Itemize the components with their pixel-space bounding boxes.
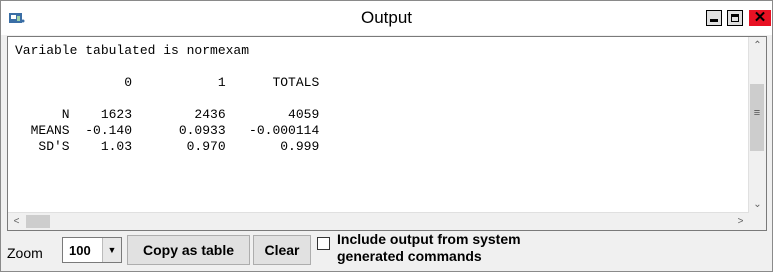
zoom-value: 100	[69, 243, 91, 258]
scroll-up-icon[interactable]: ⌃	[749, 37, 766, 54]
output-line: SD'S 1.03 0.970 0.999	[15, 139, 320, 154]
output-line: N 1623 2436 4059	[15, 107, 320, 122]
horizontal-scroll-thumb[interactable]	[26, 215, 50, 228]
output-window: Output ✕ Variable tabulated is normexam …	[0, 0, 773, 272]
horizontal-scrollbar[interactable]: < >	[8, 212, 749, 230]
title-bar[interactable]: Output ✕	[1, 1, 772, 35]
close-button[interactable]: ✕	[749, 9, 771, 26]
clear-button[interactable]: Clear	[253, 235, 311, 265]
vertical-scroll-thumb[interactable]: ≡	[750, 84, 764, 151]
output-text: Variable tabulated is normexam 0 1 TOTAL…	[15, 43, 319, 155]
output-line: MEANS -0.140 0.0933 -0.000114	[15, 123, 320, 138]
include-system-output-label: Include output from system generated com…	[337, 231, 521, 264]
maximize-button[interactable]	[727, 10, 743, 26]
zoom-label: Zoom	[7, 245, 43, 261]
vertical-scrollbar[interactable]: ⌃ ≡ ⌄	[748, 37, 766, 213]
minimize-button[interactable]	[706, 10, 722, 26]
scroll-corner	[749, 213, 766, 230]
chevron-down-icon[interactable]: ▼	[102, 238, 121, 262]
copy-as-table-button[interactable]: Copy as table	[127, 235, 250, 265]
zoom-select[interactable]: 100 ▼	[62, 237, 122, 263]
include-system-output-checkbox[interactable]	[317, 237, 330, 250]
window-title: Output	[360, 8, 413, 27]
close-icon: ✕	[753, 9, 767, 26]
grip-icon: ≡	[753, 107, 761, 119]
scroll-left-icon[interactable]: <	[8, 213, 25, 230]
output-line: Variable tabulated is normexam	[15, 43, 250, 58]
output-text-area[interactable]: Variable tabulated is normexam 0 1 TOTAL…	[7, 36, 767, 231]
output-line: 0 1 TOTALS	[15, 75, 320, 90]
scroll-right-icon[interactable]: >	[732, 213, 749, 230]
scroll-down-icon[interactable]: ⌄	[749, 196, 766, 213]
